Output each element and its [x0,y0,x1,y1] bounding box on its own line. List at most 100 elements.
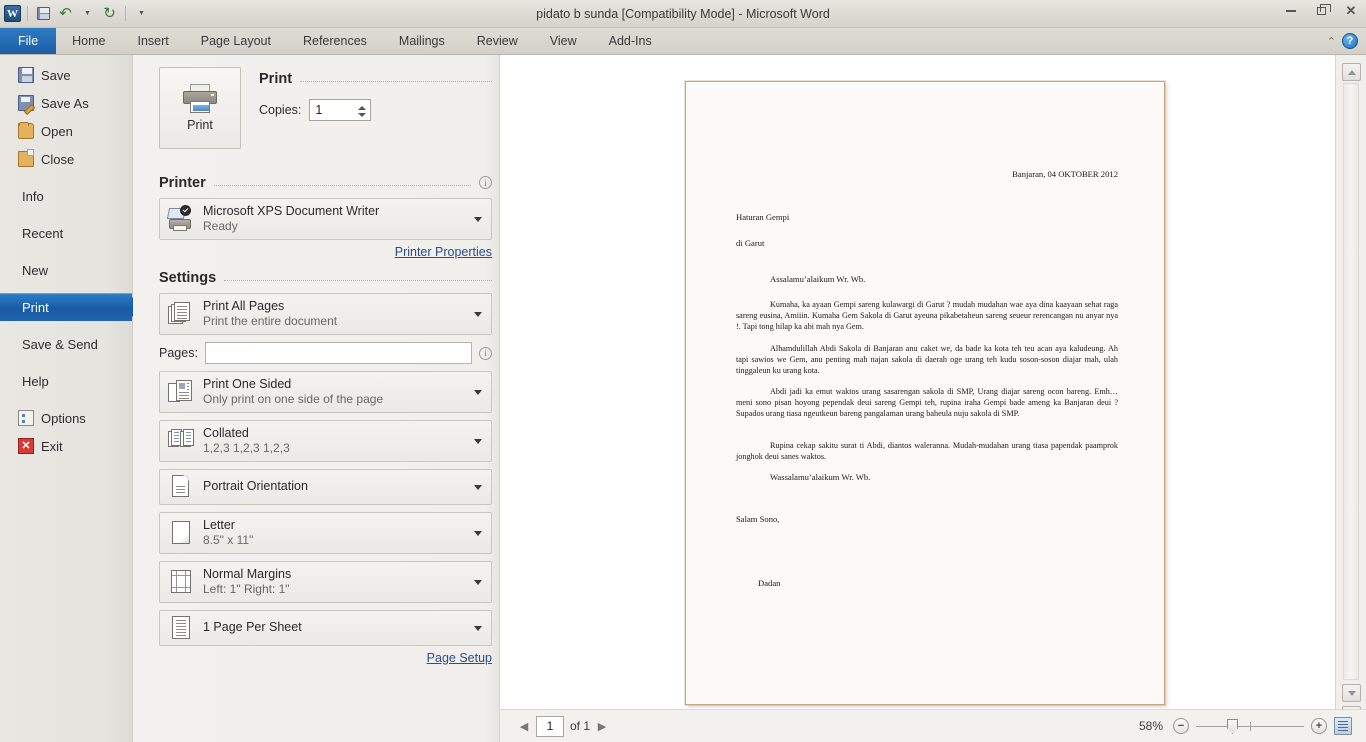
print-button[interactable]: Print [159,67,241,149]
sidebar-item-save-and-send[interactable]: Save & Send [0,330,132,358]
print-sided-select[interactable]: Print One Sided Only print on one side o… [159,371,492,413]
sidebar-item-label: Info [22,188,44,204]
minimize-button[interactable] [1280,2,1302,20]
sidebar-item-label: Open [41,123,73,139]
scroll-down-icon[interactable] [1342,684,1361,702]
undo-dropdown-icon[interactable]: ▼ [78,4,97,23]
pages-info-icon[interactable]: i [479,346,492,360]
tab-home[interactable]: Home [56,28,121,54]
quick-access-toolbar: W ↶ ▼ ↻ ▼ [0,0,151,27]
word-print-backstage-window: W ↶ ▼ ↻ ▼ pidato b sunda [Compatibility … [0,0,1366,742]
printer-status: Ready [203,219,238,234]
zoom-level-label[interactable]: 58% [1139,719,1163,733]
preview-canvas: Banjaran, 04 OKTOBER 2012 Haturan Gempi … [500,55,1335,709]
chevron-down-icon[interactable] [474,439,482,444]
sidebar-item-close[interactable]: Close [0,145,132,173]
chevron-down-icon[interactable] [474,217,482,222]
close-button[interactable]: ✕ [1340,2,1362,20]
sidebar-item-recent[interactable]: Recent [0,219,132,247]
next-page-button[interactable]: ▶ [596,720,608,733]
sidebar-item-open[interactable]: Open [0,117,132,145]
copies-spin-buttons[interactable] [354,101,369,121]
page-setup-link[interactable]: Page Setup [159,651,492,665]
sidebar-item-save[interactable]: Save [0,61,132,89]
doc-paragraph-4: Rupina cekap sakitu surat ti Abdi, diant… [736,441,1118,462]
redo-icon[interactable]: ↻ [100,4,119,23]
doc-signature: Dadan [758,578,781,588]
zoom-in-button[interactable]: + [1311,718,1327,734]
sidebar-item-options[interactable]: Options [0,404,132,432]
chevron-down-icon[interactable] [474,531,482,536]
sidebar-item-label: Print [22,299,49,315]
chevron-down-icon[interactable] [474,312,482,317]
sidebar-item-print[interactable]: Print [0,293,142,321]
window-title: pidato b sunda [Compatibility Mode] - Mi… [536,6,830,21]
scrollbar-track[interactable] [1343,83,1359,680]
doc-paragraph-2: Alhamdulillah Abdi Sakola di Banjaran an… [736,344,1118,376]
orientation-select[interactable]: Portrait Orientation [159,469,492,505]
customize-qat-icon[interactable]: ▼ [132,4,151,23]
preview-vertical-scrollbar[interactable] [1335,55,1366,742]
settings-section-header: Settings [159,270,492,286]
paper-size-subtitle: 8.5" x 11" [203,533,254,548]
restore-button[interactable] [1310,2,1332,20]
collapse-ribbon-icon[interactable]: ⌃ [1327,35,1336,48]
tab-insert[interactable]: Insert [122,28,185,54]
chevron-down-icon[interactable] [474,485,482,490]
sidebar-item-help[interactable]: Help [0,367,132,395]
copies-input[interactable] [310,100,355,120]
word-logo-icon[interactable]: W [4,5,21,22]
copies-decrement-icon[interactable] [357,112,366,117]
zoom-out-button[interactable]: − [1173,718,1189,734]
tab-mailings[interactable]: Mailings [383,28,461,54]
sidebar-item-save-as[interactable]: Save As [0,89,132,117]
copies-stepper[interactable] [309,99,372,121]
help-icon[interactable]: ? [1342,33,1358,49]
sidebar-item-label: New [22,262,49,278]
ribbon-right-controls: ⌃ ? [1327,28,1366,54]
sidebar-item-new[interactable]: New [0,256,132,284]
printer-section-title: Printer [159,175,206,191]
document-page[interactable]: Banjaran, 04 OKTOBER 2012 Haturan Gempi … [685,81,1165,705]
margins-select[interactable]: Normal Margins Left: 1" Right: 1" [159,561,492,603]
sidebar-item-label: Save [41,67,71,83]
window-controls: ✕ [1280,2,1362,20]
sidebar-item-label: Save & Send [22,336,98,352]
tab-file[interactable]: File [0,28,57,54]
pages-per-sheet-icon [168,615,194,641]
tab-add-ins[interactable]: Add-Ins [593,28,668,54]
save-icon[interactable] [34,4,53,23]
collation-select[interactable]: Collated 1,2,3 1,2,3 1,2,3 [159,420,492,462]
chevron-down-icon[interactable] [474,390,482,395]
sidebar-item-label: Save As [41,95,89,111]
pages-input[interactable] [204,342,472,364]
scroll-up-icon[interactable] [1342,63,1361,81]
printer-select[interactable]: Microsoft XPS Document Writer Ready [159,198,492,240]
copies-increment-icon[interactable] [357,105,366,110]
zoom-controls: 58% − + [1139,717,1366,735]
printer-info-icon[interactable]: i [479,176,492,189]
doc-recipient-line-1: Haturan Gempi [736,212,790,222]
tab-page-layout[interactable]: Page Layout [185,28,287,54]
document-body: Banjaran, 04 OKTOBER 2012 Haturan Gempi … [730,82,1120,704]
undo-icon[interactable]: ↶ [56,4,75,23]
pages-per-sheet-select[interactable]: 1 Page Per Sheet [159,610,492,646]
collation-title: Collated [203,425,249,440]
zoom-slider[interactable] [1196,718,1304,734]
sidebar-item-exit[interactable]: ✕ Exit [0,432,132,460]
previous-page-button[interactable]: ◀ [518,720,530,733]
zoom-slider-thumb[interactable] [1227,719,1238,734]
current-page-input[interactable]: 1 [536,715,564,737]
zoom-to-page-icon[interactable] [1334,717,1352,735]
chevron-down-icon[interactable] [474,580,482,585]
paper-size-select[interactable]: Letter 8.5" x 11" [159,512,492,554]
margins-subtitle: Left: 1" Right: 1" [203,582,290,597]
options-icon [18,410,34,426]
tab-view[interactable]: View [534,28,593,54]
print-range-select[interactable]: Print All Pages Print the entire documen… [159,293,492,335]
tab-review[interactable]: Review [461,28,534,54]
tab-references[interactable]: References [287,28,383,54]
sidebar-item-info[interactable]: Info [0,182,132,210]
printer-properties-link[interactable]: Printer Properties [159,245,492,259]
chevron-down-icon[interactable] [474,626,482,631]
